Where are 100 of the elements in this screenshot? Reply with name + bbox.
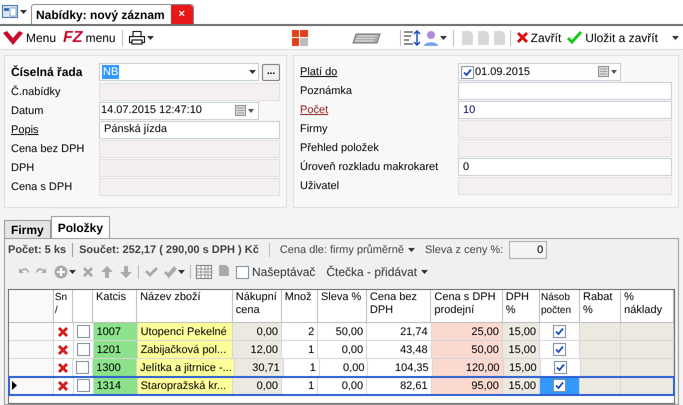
section-tab[interactable]: Firmy (4, 220, 51, 238)
check-icon[interactable] (144, 265, 158, 279)
field-label: Uživatel (300, 180, 340, 192)
browse-button[interactable]: ... (262, 64, 280, 80)
up-arrow-icon[interactable] (100, 265, 114, 279)
table-cell: 0,00 (233, 323, 282, 341)
close-icon (516, 31, 529, 44)
column-header[interactable]: Množ (282, 290, 318, 323)
check-icon (567, 31, 582, 44)
sort-icon[interactable] (402, 30, 421, 46)
row-checkbox[interactable] (76, 361, 90, 374)
close-record-button[interactable]: Zavřít (514, 28, 562, 46)
row-header[interactable] (9, 377, 54, 395)
keyboard-icon[interactable] (352, 32, 382, 44)
table-cell: 95,00 (432, 377, 503, 395)
row-checkbox[interactable] (76, 343, 90, 356)
printer-icon (128, 30, 145, 44)
calendar-icon[interactable] (235, 104, 255, 116)
sum-label: Součet: 252,17 ( 290,00 s DPH ) Kč (79, 242, 259, 258)
add-icon[interactable] (54, 265, 68, 279)
table-cell: 50,00 (432, 341, 503, 359)
table-cell: 30,71 (235, 359, 284, 377)
calendar-icon[interactable] (598, 66, 618, 78)
multiply-checkbox[interactable] (553, 379, 566, 392)
delete-icon[interactable] (56, 362, 69, 374)
row-checkbox[interactable] (76, 325, 90, 338)
grid-tiles-icon[interactable] (292, 30, 308, 46)
table-cell: 15,00 (502, 341, 540, 359)
date-field[interactable]: 14.07.2015 12:47:10 (99, 102, 259, 120)
multiply-checkbox[interactable] (554, 361, 567, 374)
down-arrow-icon[interactable] (119, 265, 133, 279)
column-header[interactable]: Sleva % (318, 290, 367, 323)
table-cell: Staropražská kr... (138, 377, 234, 395)
caret-icon (421, 270, 428, 274)
table-cell: 1 (282, 341, 318, 359)
text-field[interactable]: Pánská jízda (99, 120, 280, 138)
column-header[interactable]: Cena bez DPH (366, 290, 432, 323)
table-cell: 21,74 (367, 323, 432, 341)
discount-label: Sleva z ceny %: (424, 242, 504, 258)
multiply-checkbox[interactable] (553, 343, 566, 356)
table-cell: 1300 (93, 359, 138, 377)
price-by-dropdown[interactable]: Cena dle: firmy průměrně (276, 242, 419, 258)
table-cell: 15,00 (502, 323, 540, 341)
text-field[interactable] (458, 82, 672, 100)
caret-icon (69, 270, 76, 274)
table-cell: 15,00 (502, 377, 540, 395)
table-cell: 0,00 (318, 341, 368, 359)
table-cell: 25,00 (432, 323, 503, 341)
table-cell: 120,00 (432, 359, 504, 377)
caret-icon (249, 70, 256, 74)
table-cell: 0,00 (233, 377, 282, 395)
fz-menu-button[interactable]: FZ menu (59, 28, 120, 46)
table-cell: 2 (282, 323, 318, 341)
caret-icon (178, 270, 185, 274)
field-label: Cena bez DPH (11, 142, 84, 154)
field-label: Č.nabídky (11, 86, 61, 98)
table-cell: Zabijačková pol... (138, 341, 234, 359)
count-label: Počet: 5 ks (8, 242, 66, 258)
delete-icon[interactable] (57, 326, 70, 338)
calendar-grid-icon[interactable] (196, 265, 212, 279)
window-list-icon[interactable] (2, 5, 18, 18)
save-close-button[interactable]: Uložit a zavřít (564, 28, 661, 46)
table-cell: 15,00 (504, 359, 541, 377)
field-label: Popis (11, 124, 39, 136)
table-cell: Utopenci Pekelné (138, 323, 234, 341)
table-cell: 12,00 (233, 341, 282, 359)
current-row-icon (12, 381, 17, 390)
checkmark-logo-icon (3, 30, 23, 44)
field-label: Datum (11, 104, 44, 116)
document-tab[interactable]: Nabídky: nový záznam × (31, 4, 194, 24)
column-header[interactable]: Násob počten (540, 290, 580, 323)
discount-field[interactable]: 0 (509, 241, 548, 259)
more-caret-icon (672, 36, 679, 40)
reader-dropdown[interactable]: Čtečka - přidávat (326, 263, 428, 281)
table-cell: 0,00 (318, 377, 368, 395)
delete-icon[interactable] (57, 344, 70, 356)
table-cell: 0,00 (320, 359, 368, 377)
field-label: Přehled položek (300, 142, 379, 154)
field-label: Platí do (300, 66, 338, 78)
date-field[interactable]: 01.09.2015 (458, 63, 621, 81)
menu-button[interactable]: Menu (2, 28, 58, 46)
table-cell: Jelítka a jitrnice -... (137, 359, 236, 377)
close-button[interactable]: × (170, 5, 193, 24)
text-field[interactable]: 0 (458, 158, 672, 176)
column-header[interactable]: Sn / (54, 290, 74, 323)
whisperer-checkbox[interactable] (236, 266, 249, 278)
field-label: Cena s DPH (11, 180, 72, 192)
table-cell: 1007 (94, 323, 138, 341)
field-label: Číselná řada (11, 65, 82, 79)
caret-icon (146, 36, 154, 40)
field-label: Počet (300, 104, 328, 116)
caret-icon (440, 36, 447, 40)
text-field[interactable]: 10 (458, 101, 672, 119)
row-checkbox[interactable] (76, 379, 90, 392)
table-cell: 43,48 (367, 341, 432, 359)
section-tab[interactable]: Položky (50, 216, 110, 238)
delete-icon[interactable] (57, 380, 70, 392)
caret-icon (20, 10, 27, 14)
valid-checkbox[interactable] (461, 66, 474, 78)
multiply-checkbox[interactable] (553, 325, 566, 338)
